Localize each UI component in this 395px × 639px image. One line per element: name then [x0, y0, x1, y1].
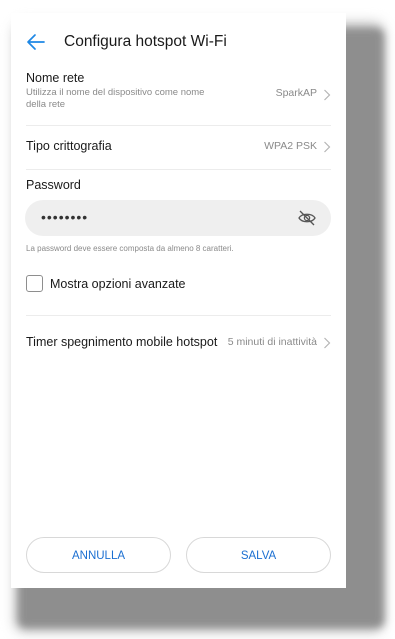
divider — [26, 125, 331, 126]
advanced-options-checkbox[interactable] — [26, 275, 43, 292]
password-value: •••••••• — [41, 209, 89, 225]
chevron-right-icon — [323, 88, 331, 101]
divider — [26, 169, 331, 170]
chevron-right-icon — [323, 140, 331, 153]
encryption-value: WPA2 PSK — [264, 140, 317, 152]
password-input[interactable]: •••••••• — [25, 200, 331, 236]
password-label: Password — [26, 178, 81, 192]
page-title: Configura hotspot Wi-Fi — [64, 33, 227, 50]
password-hint: La password deve essere composta da alme… — [26, 244, 234, 253]
network-name-title: Nome rete — [26, 71, 85, 85]
phone-screen: Configura hotspot Wi-Fi Nome rete Utiliz… — [11, 13, 346, 588]
timer-row[interactable]: Timer spegnimento mobile hotspot 5 minut… — [26, 335, 331, 355]
save-button[interactable]: SALVA — [186, 537, 331, 573]
chevron-right-icon — [323, 336, 331, 349]
advanced-options-label: Mostra opzioni avanzate — [50, 277, 186, 291]
back-arrow-icon[interactable] — [26, 32, 46, 52]
network-name-subtitle: Utilizza il nome del dispositivo come no… — [26, 87, 205, 110]
network-name-value: SparkAP — [275, 87, 317, 99]
network-name-row[interactable]: Nome rete Utilizza il nome del dispositi… — [26, 71, 331, 117]
eye-off-icon[interactable] — [297, 209, 317, 227]
divider — [26, 315, 331, 316]
advanced-options-toggle[interactable]: Mostra opzioni avanzate — [26, 275, 226, 295]
cancel-button[interactable]: ANNULLA — [26, 537, 171, 573]
encryption-row[interactable]: Tipo crittografia WPA2 PSK — [26, 139, 331, 159]
timer-value: 5 minuti di inattività — [227, 336, 317, 348]
app-header: Configura hotspot Wi-Fi — [11, 27, 346, 57]
